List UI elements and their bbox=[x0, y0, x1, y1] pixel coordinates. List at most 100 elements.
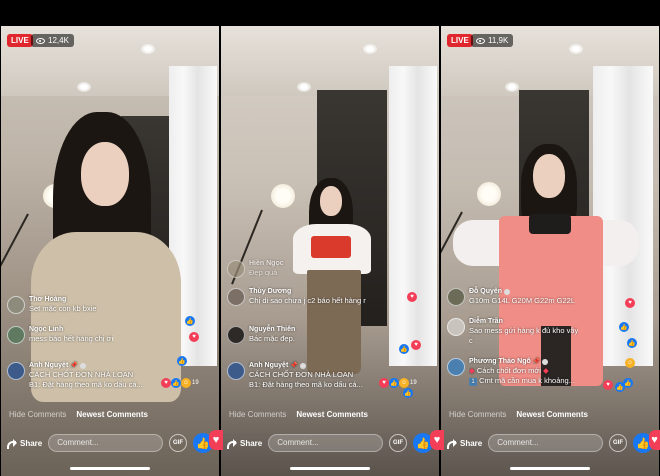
gif-icon[interactable]: GIF bbox=[609, 434, 627, 452]
share-label: Share bbox=[460, 438, 483, 448]
floating-like-icon: 👍 bbox=[399, 344, 409, 354]
ceiling-light bbox=[141, 44, 155, 54]
commenter-name[interactable]: Diễm Trần bbox=[469, 318, 578, 325]
comment-text: Chị di sao chưa j c2 báo hết hàng r bbox=[249, 296, 366, 305]
comment-text: 1 Cmt mã cần mua k khoảng... bbox=[469, 376, 575, 386]
share-button[interactable]: Share bbox=[227, 438, 263, 449]
home-indicator bbox=[290, 467, 370, 470]
heart-icon[interactable]: ♥ bbox=[649, 430, 660, 450]
floating-like-icon: 👍 bbox=[403, 388, 413, 398]
tab-newest-comments[interactable]: Newest Comments bbox=[296, 410, 368, 419]
badge-icon bbox=[542, 358, 549, 365]
avatar[interactable] bbox=[447, 358, 465, 376]
comment-text: Sao mess gửi hàng k đủ kho vậy bbox=[469, 326, 579, 335]
commenter-name-text: Phương Thảo Ngô bbox=[469, 358, 531, 365]
commenter-name[interactable]: Đỗ Quyên bbox=[469, 288, 575, 295]
reaction-count: 19 bbox=[192, 380, 199, 386]
heart-icon[interactable]: ♥ bbox=[430, 430, 444, 450]
share-label: Share bbox=[240, 438, 263, 448]
share-button[interactable]: Share bbox=[7, 438, 43, 449]
commenter-name[interactable]: Hiền Ngọc bbox=[249, 260, 284, 267]
comment-item[interactable]: Thơ Hoàng Set mặc con kb bxie bbox=[7, 296, 187, 314]
eye-icon bbox=[36, 37, 45, 44]
commenter-name-text: Anh Nguyệt bbox=[29, 362, 69, 369]
commenter-name[interactable]: Ngọc Linh bbox=[29, 326, 113, 333]
floating-heart-icon: ♥ bbox=[407, 292, 417, 302]
share-arrow-icon bbox=[7, 439, 17, 449]
avatar[interactable] bbox=[7, 296, 25, 314]
commenter-name-text: Đỗ Quyên bbox=[469, 288, 503, 295]
comment-input[interactable]: Comment... bbox=[268, 434, 383, 452]
bottom-bar: Share Comment... GIF 👍 bbox=[441, 428, 659, 458]
avatar[interactable] bbox=[227, 260, 245, 278]
commenter-name[interactable]: Thơ Hoàng bbox=[29, 296, 97, 303]
ceiling-light bbox=[505, 82, 519, 92]
tab-hide-comments[interactable]: Hide Comments bbox=[9, 410, 66, 419]
avatar[interactable] bbox=[7, 362, 25, 380]
comment-item[interactable]: Đỗ Quyên G10m G14L G20M G22m G22L bbox=[447, 288, 627, 306]
comment-item[interactable]: Diễm Trần Sao mess gửi hàng k đủ kho vậy… bbox=[447, 318, 627, 345]
livestream-panel-2: Hiền Ngọc Đẹp quá Thùy Dương Chị di sao … bbox=[221, 26, 439, 476]
ceiling-light bbox=[297, 82, 311, 92]
comment-text: Set mặc con kb bxie bbox=[29, 304, 97, 313]
share-button[interactable]: Share bbox=[447, 438, 483, 449]
commenter-name[interactable]: Nguyễn Thiên bbox=[249, 326, 295, 333]
commenter-name[interactable]: Thùy Dương bbox=[249, 288, 366, 295]
comment-text: ◆ Cách chốt đơn mới ◆ bbox=[469, 366, 575, 375]
floating-heart-icon: ♥ bbox=[625, 298, 635, 308]
share-label: Share bbox=[20, 438, 43, 448]
pinned-comment[interactable]: Phương Thảo Ngô 📌 ◆ Cách chốt đơn mới ◆ … bbox=[447, 358, 627, 386]
commenter-name[interactable]: Anh Nguyệt 📌 bbox=[29, 362, 143, 369]
floating-like-icon: 👍 bbox=[623, 378, 633, 388]
livestream-panel-3: LIVE 11,9K Đỗ Quyên G10m G14L G20M G22m … bbox=[441, 26, 659, 476]
bottom-bar: Share Comment... GIF 👍 bbox=[1, 428, 219, 458]
avatar[interactable] bbox=[447, 288, 465, 306]
ceiling-light bbox=[363, 44, 377, 54]
floating-heart-icon: ♥ bbox=[411, 340, 421, 350]
comment-tabs: Hide Comments Newest Comments bbox=[229, 410, 368, 419]
floating-like-icon: 👍 bbox=[177, 356, 187, 366]
reaction-count: 19 bbox=[410, 380, 417, 386]
comment-input[interactable]: Comment... bbox=[48, 434, 163, 452]
comment-text: Đẹp quá bbox=[249, 268, 278, 277]
viewer-count-value: 11,9K bbox=[488, 36, 509, 45]
comment-input[interactable]: Comment... bbox=[488, 434, 603, 452]
diamond-icon: ◆ bbox=[543, 366, 549, 375]
heart-icon[interactable]: ♥ bbox=[209, 430, 223, 450]
badge-icon bbox=[504, 288, 511, 295]
viewer-count-value: 12,4K bbox=[48, 36, 69, 45]
comment-text: CÁCH CHỐT ĐƠN NHÀ LOAN bbox=[29, 370, 134, 379]
gif-icon[interactable]: GIF bbox=[389, 434, 407, 452]
floating-like-icon: 👍 bbox=[627, 338, 637, 348]
commenter-name[interactable]: Phương Thảo Ngô 📌 bbox=[469, 358, 575, 365]
comment-text: CÁCH CHỐT ĐƠN NHÀ LOAN bbox=[249, 370, 354, 379]
avatar[interactable] bbox=[227, 288, 245, 306]
ceiling-light bbox=[77, 82, 91, 92]
floating-like-icon: 👍 bbox=[389, 378, 399, 388]
tab-newest-comments[interactable]: Newest Comments bbox=[76, 410, 148, 419]
gif-icon[interactable]: GIF bbox=[169, 434, 187, 452]
share-arrow-icon bbox=[227, 439, 237, 449]
tab-hide-comments[interactable]: Hide Comments bbox=[229, 410, 286, 419]
comment-item[interactable]: Thùy Dương Chị di sao chưa j c2 báo hết … bbox=[227, 288, 407, 306]
avatar[interactable] bbox=[227, 362, 245, 380]
comment-item[interactable]: Ngọc Linh mess báo hết hàng chị ơi bbox=[7, 326, 187, 344]
eye-icon bbox=[476, 37, 485, 44]
home-indicator bbox=[70, 467, 150, 470]
home-indicator bbox=[510, 467, 590, 470]
tab-hide-comments[interactable]: Hide Comments bbox=[449, 410, 506, 419]
comment-text: G10m G14L G20M G22m G22L bbox=[469, 296, 576, 305]
floating-heart-icon: ♥ bbox=[161, 378, 171, 388]
pinned-comment[interactable]: Anh Nguyệt 📌 CÁCH CHỐT ĐƠN NHÀ LOAN B1: … bbox=[7, 362, 187, 389]
commenter-name[interactable]: Anh Nguyệt 📌 bbox=[249, 362, 363, 369]
avatar[interactable] bbox=[227, 326, 245, 344]
comment-item[interactable]: Nguyễn Thiên Bác mặc đẹp. bbox=[227, 326, 407, 344]
pin-icon: 📌 bbox=[70, 363, 78, 369]
live-badge: LIVE bbox=[447, 34, 473, 47]
floating-haha-icon: ☺ bbox=[399, 378, 409, 388]
floor-lamp-stem bbox=[1, 213, 29, 286]
avatar[interactable] bbox=[7, 326, 25, 344]
comment-item[interactable]: Hiền Ngọc Đẹp quá bbox=[227, 260, 407, 278]
tab-newest-comments[interactable]: Newest Comments bbox=[516, 410, 588, 419]
avatar[interactable] bbox=[447, 318, 465, 336]
